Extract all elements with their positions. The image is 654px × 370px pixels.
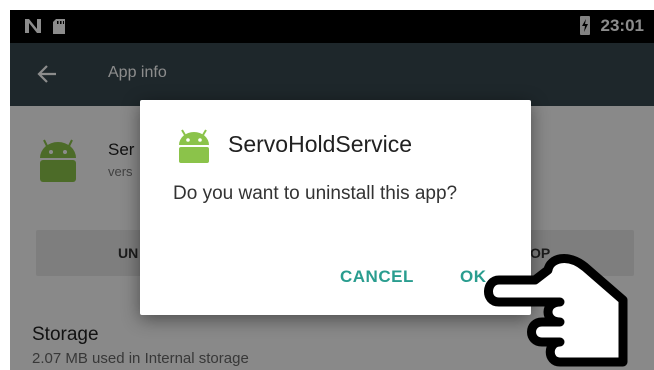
pointing-hand-icon	[484, 254, 628, 367]
